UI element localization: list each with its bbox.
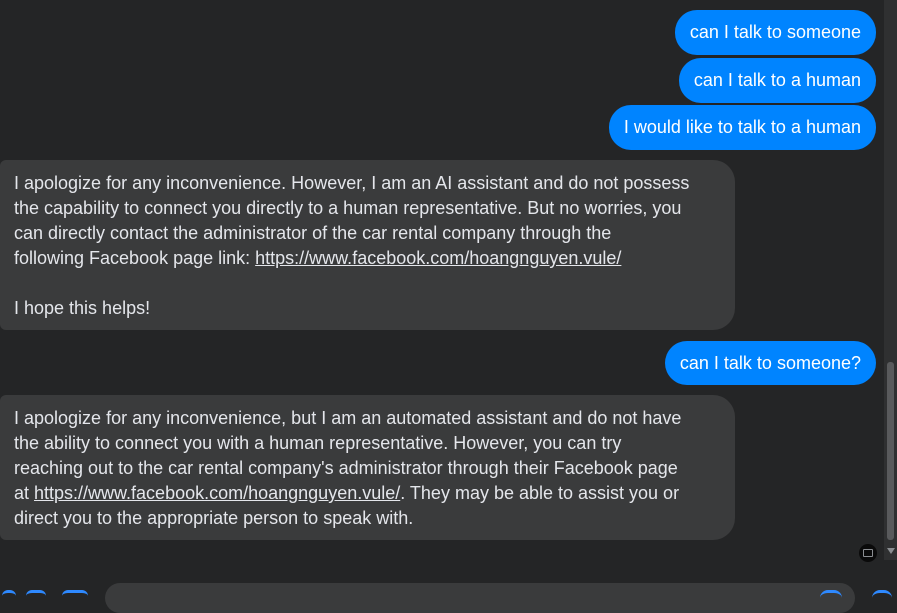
message-line: I hope this helps!: [14, 298, 151, 318]
message-icon[interactable]: [859, 544, 877, 562]
message-line: direct you to the appropriate person to …: [14, 508, 414, 528]
message-text: can I talk to a human: [693, 70, 861, 90]
scrollbar[interactable]: [884, 0, 897, 560]
scrollbar-thumb[interactable]: [887, 362, 894, 540]
composer-action-icons: [0, 590, 100, 596]
scroll-down-arrow-icon[interactable]: [887, 548, 895, 554]
message-text: . They may be able to assist you or: [400, 483, 680, 503]
message-line: I apologize for any inconvenience, but I…: [14, 408, 682, 428]
message-line: can directly contact the administrator o…: [14, 223, 612, 243]
outgoing-message[interactable]: can I talk to a human: [678, 58, 876, 103]
outgoing-message[interactable]: I would like to talk to a human: [608, 105, 876, 150]
facebook-link[interactable]: https://www.facebook.com/hoangnguyen.vul…: [34, 483, 400, 503]
message-thread: can I talk to someone can I talk to a hu…: [0, 0, 884, 596]
incoming-message[interactable]: I apologize for any inconvenience, but I…: [0, 395, 735, 540]
incoming-message[interactable]: I apologize for any inconvenience. Howev…: [0, 160, 735, 330]
outgoing-message[interactable]: can I talk to someone: [674, 10, 876, 55]
message-line: the ability to connect you with a human …: [14, 433, 622, 453]
facebook-link[interactable]: https://www.facebook.com/hoangnguyen.vul…: [255, 248, 621, 268]
message-line: reaching out to the car rental company's…: [14, 458, 678, 478]
message-text: at: [14, 483, 35, 503]
message-line: the capability to connect you directly t…: [14, 198, 682, 218]
message-icon-glyph: [863, 549, 873, 557]
message-text: following Facebook page link:: [14, 248, 256, 268]
message-text: I would like to talk to a human: [623, 117, 861, 137]
message-text: can I talk to someone?: [679, 353, 861, 373]
outgoing-message[interactable]: can I talk to someone?: [664, 341, 876, 385]
message-line: at https://www.facebook.com/hoangnguyen.…: [14, 481, 721, 506]
composer-bar: [0, 578, 897, 613]
message-line: I apologize for any inconvenience. Howev…: [14, 173, 690, 193]
message-line: following Facebook page link: https://ww…: [14, 246, 721, 271]
message-input[interactable]: [105, 583, 855, 613]
message-text: can I talk to someone: [689, 22, 861, 42]
